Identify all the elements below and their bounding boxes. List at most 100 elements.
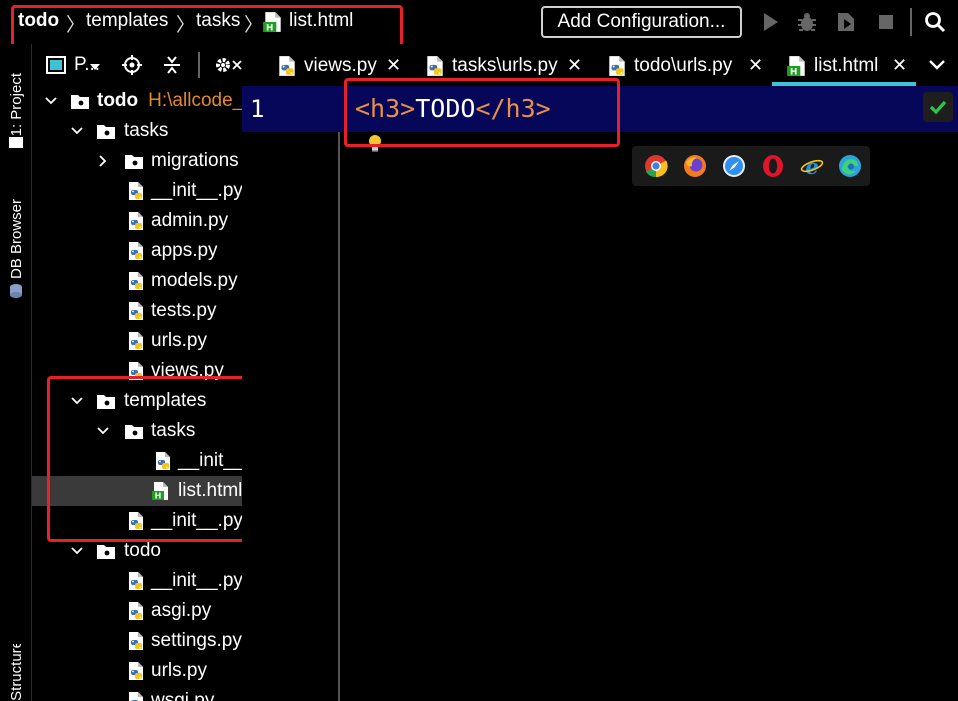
tree-item-file[interactable]: urls.py	[32, 326, 242, 356]
tree-item-file[interactable]: views.py	[32, 356, 242, 386]
python-file-icon	[126, 271, 146, 291]
breadcrumb-tasks[interactable]: tasks	[196, 10, 240, 32]
structure-tool-tab[interactable]: Structure	[0, 644, 32, 701]
tree-item-file[interactable]: apps.py	[32, 236, 242, 266]
tree-item-label: templates	[124, 390, 207, 411]
navigation-bar: todo 〉 templates 〉 tasks 〉 list.html Add…	[0, 0, 958, 44]
lightbulb-icon[interactable]	[367, 134, 383, 154]
tree-item-templates-folder[interactable]: templates	[32, 386, 242, 416]
breadcrumb-separator: 〉	[244, 15, 264, 36]
tree-item-list-html[interactable]: list.html	[32, 476, 242, 506]
tree-item-file[interactable]: settings.py	[32, 626, 242, 656]
chevron-down-icon[interactable]	[96, 424, 110, 438]
tree-item-label: apps.py	[151, 240, 218, 261]
locate-icon[interactable]	[121, 54, 143, 76]
browser-preview-bar: e	[632, 146, 870, 186]
tree-item-todo-root[interactable]: todo H:\allcode_	[32, 86, 242, 116]
tree-item-file[interactable]: __init__.py	[32, 506, 242, 536]
tab-list-dropdown-icon[interactable]	[928, 58, 946, 72]
breadcrumb-templates[interactable]: templates	[86, 10, 168, 32]
tree-item-migrations-folder[interactable]: migrations	[32, 146, 242, 176]
header-separator	[198, 52, 200, 78]
tab-list-html[interactable]: list.html ✕	[772, 44, 916, 86]
folder-icon	[70, 91, 90, 111]
python-file-icon	[126, 241, 146, 261]
edge-icon[interactable]	[838, 154, 862, 178]
run-icon[interactable]	[758, 10, 782, 34]
chevron-down-icon[interactable]	[70, 544, 84, 558]
line-number: 1	[250, 95, 265, 123]
tree-item-file[interactable]: tests.py	[32, 296, 242, 326]
python-file-icon	[276, 55, 298, 77]
gear-icon[interactable]	[212, 54, 234, 76]
debug-icon[interactable]	[795, 10, 819, 34]
tree-item-label: __init__.py	[151, 180, 242, 201]
opera-icon[interactable]	[761, 154, 785, 178]
chevron-down-icon[interactable]	[44, 94, 58, 108]
chevron-down-icon[interactable]	[70, 124, 84, 138]
close-tab-icon[interactable]: ✕	[567, 55, 582, 76]
html-file-icon	[151, 481, 171, 501]
tree-item-path: H:\allcode_	[148, 90, 242, 111]
tree-item-label: wsgi.py	[151, 690, 215, 701]
folder-icon	[124, 151, 144, 171]
tree-item-file[interactable]: admin.py	[32, 206, 242, 236]
collapse-all-icon[interactable]	[161, 54, 183, 76]
tree-item-tasks-folder[interactable]: tasks	[32, 116, 242, 146]
tree-item-file[interactable]: __init__.py	[32, 446, 242, 476]
folder-icon	[96, 121, 116, 141]
chevron-down-icon[interactable]	[70, 394, 84, 408]
tree-item-tasks-subfolder[interactable]: tasks	[32, 416, 242, 446]
chevron-right-icon[interactable]	[96, 154, 110, 168]
tree-item-label: migrations	[151, 150, 239, 171]
tree-item-file[interactable]: urls.py	[32, 656, 242, 686]
tree-item-file[interactable]: asgi.py	[32, 596, 242, 626]
tab-tasks-urls-py[interactable]: tasks\urls.py ✕	[424, 44, 584, 86]
folder-icon	[96, 541, 116, 561]
search-icon[interactable]	[923, 10, 947, 34]
close-tab-icon[interactable]: ✕	[892, 55, 907, 76]
close-tab-icon[interactable]: ✕	[748, 55, 763, 76]
tree-item-file[interactable]: wsgi.py	[32, 686, 242, 701]
tree-item-label: settings.py	[151, 630, 242, 651]
dropdown-arrow-icon[interactable]	[89, 63, 101, 71]
tab-label: tasks\urls.py	[452, 55, 558, 76]
python-file-icon	[126, 301, 146, 321]
breadcrumb-list-html[interactable]: list.html	[289, 10, 353, 32]
safari-icon[interactable]	[722, 154, 746, 178]
tab-views-py[interactable]: views.py ✕	[276, 44, 404, 86]
coverage-icon[interactable]	[834, 10, 858, 34]
folder-icon	[124, 421, 144, 441]
tree-item-file[interactable]: __init__.py	[32, 176, 242, 206]
tree-item-file[interactable]: models.py	[32, 266, 242, 296]
inspection-status[interactable]	[923, 92, 953, 122]
folder-icon	[9, 137, 23, 148]
chrome-icon[interactable]	[644, 154, 668, 178]
add-configuration-button[interactable]: Add Configuration...	[541, 6, 742, 38]
tab-todo-urls-py[interactable]: todo\urls.py ✕	[606, 44, 766, 86]
stop-icon[interactable]	[874, 10, 898, 34]
code-line[interactable]: <h3>TODO</h3>	[355, 94, 551, 123]
folder-icon	[96, 391, 116, 411]
close-icon[interactable]	[232, 58, 242, 72]
code-editor[interactable]: 1 <h3>TODO</h3> e	[242, 86, 958, 701]
tree-item-label: __init__.py	[151, 510, 242, 531]
code-close-tag: </h3>	[475, 94, 551, 123]
html-file-icon	[786, 55, 808, 77]
python-file-icon	[126, 601, 146, 621]
code-text: TODO	[415, 94, 476, 123]
project-tool-tab-label: 1: Project	[7, 73, 25, 137]
ie-icon[interactable]: e	[800, 154, 824, 178]
tree-item-label: tasks	[124, 120, 169, 141]
python-file-icon	[126, 181, 146, 201]
html-file-icon	[262, 11, 284, 33]
close-tab-icon[interactable]: ✕	[386, 55, 401, 76]
python-file-icon	[126, 331, 146, 351]
toolbar-separator	[910, 8, 912, 36]
tree-item-todo-folder[interactable]: todo	[32, 536, 242, 566]
tree-item-label: urls.py	[151, 660, 207, 681]
db-browser-tool-tab[interactable]: DB Browser	[0, 184, 32, 294]
tree-item-file[interactable]: __init__.py	[32, 566, 242, 596]
firefox-icon[interactable]	[683, 154, 707, 178]
breadcrumb-root[interactable]: todo	[18, 10, 59, 32]
